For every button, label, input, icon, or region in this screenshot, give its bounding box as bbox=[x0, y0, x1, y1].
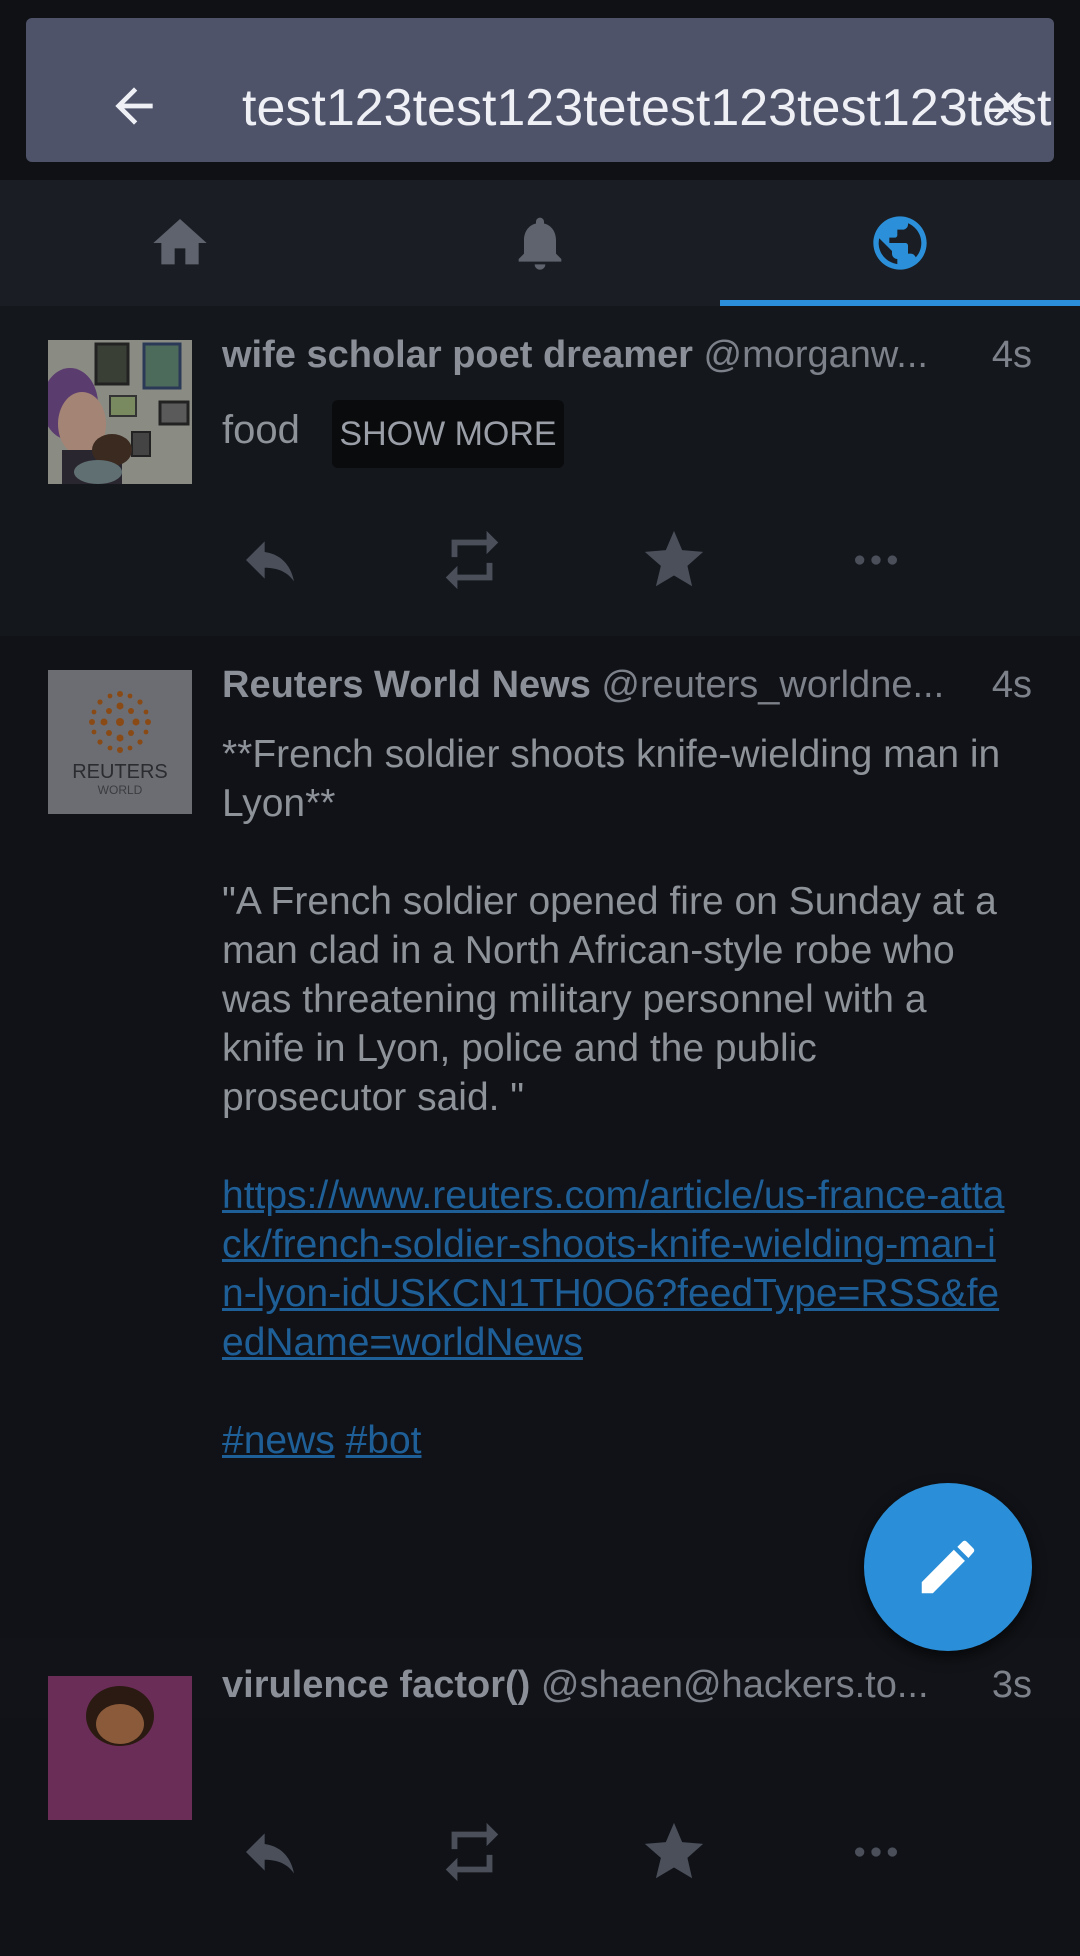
reuters-logo-subtext: WORLD bbox=[98, 783, 143, 797]
status-paragraph: **French soldier shoots knife-wielding m… bbox=[222, 733, 1001, 825]
avatar[interactable]: REUTERS WORLD bbox=[48, 670, 192, 814]
status-item[interactable]: virulence factor() @shaen@hackers.to... … bbox=[0, 1638, 1080, 1820]
status-header: virulence factor() @shaen@hackers.to... bbox=[222, 1660, 1040, 1710]
reply-icon bbox=[246, 1833, 294, 1874]
account-handle[interactable]: @morganw... bbox=[704, 334, 928, 376]
account-handle[interactable]: @reuters_worldne... bbox=[601, 664, 944, 706]
status-actions bbox=[222, 1812, 1042, 1892]
avatar[interactable] bbox=[48, 1676, 192, 1820]
display-name[interactable]: wife scholar poet dreamer bbox=[222, 334, 693, 376]
tab-notifications[interactable] bbox=[360, 180, 720, 306]
home-icon bbox=[153, 219, 207, 265]
reply-button[interactable] bbox=[230, 520, 310, 600]
status-content: **French soldier shoots knife-wielding m… bbox=[222, 730, 1010, 1514]
more-icon bbox=[855, 555, 897, 565]
more-button[interactable] bbox=[836, 1812, 916, 1892]
favourite-icon bbox=[644, 1822, 704, 1879]
status-item[interactable]: wife scholar poet dreamer @morganw... 4s… bbox=[0, 306, 1080, 636]
tab-home[interactable] bbox=[0, 180, 360, 306]
content-warning: food bbox=[222, 408, 300, 452]
globe-icon bbox=[873, 216, 927, 270]
search-input[interactable]: test123test123tetest123test123test123te bbox=[242, 76, 1054, 140]
reuters-logo-text: REUTERS bbox=[72, 761, 168, 783]
display-name[interactable]: virulence factor() bbox=[222, 1664, 530, 1706]
boost-button[interactable] bbox=[432, 520, 512, 600]
avatar[interactable] bbox=[48, 340, 192, 484]
close-icon[interactable] bbox=[984, 82, 1032, 130]
bell-icon bbox=[518, 217, 562, 270]
status-link[interactable]: https://www.reuters.com/article/us-franc… bbox=[222, 1174, 1004, 1364]
search-bar: test123test123tetest123test123test123te bbox=[26, 18, 1054, 162]
show-more-button[interactable]: SHOW MORE bbox=[332, 400, 564, 468]
boost-icon bbox=[445, 1822, 499, 1882]
favourite-button[interactable] bbox=[634, 520, 714, 600]
tab-federated[interactable] bbox=[720, 180, 1080, 306]
compose-button[interactable] bbox=[864, 1483, 1032, 1651]
status-header: Reuters World News @reuters_worldne... bbox=[222, 660, 1040, 710]
timestamp[interactable]: 3s bbox=[992, 1660, 1032, 1710]
hashtag-bot[interactable]: #bot bbox=[346, 1419, 422, 1462]
more-button[interactable] bbox=[836, 520, 916, 600]
display-name[interactable]: Reuters World News bbox=[222, 664, 591, 706]
timestamp[interactable]: 4s bbox=[992, 330, 1032, 380]
pencil-icon bbox=[921, 1540, 975, 1594]
favourite-button[interactable] bbox=[634, 1812, 714, 1892]
status-actions bbox=[222, 520, 1042, 600]
reply-button[interactable] bbox=[230, 1812, 310, 1892]
hashtag-news[interactable]: #news bbox=[222, 1419, 335, 1462]
arrow-left-icon[interactable] bbox=[106, 78, 162, 134]
status-header: wife scholar poet dreamer @morganw... bbox=[222, 330, 1040, 380]
tab-bar bbox=[0, 180, 1080, 306]
boost-icon bbox=[445, 530, 499, 590]
boost-button[interactable] bbox=[432, 1812, 512, 1892]
favourite-icon bbox=[644, 530, 704, 587]
reply-icon bbox=[246, 541, 294, 582]
account-handle[interactable]: @shaen@hackers.to... bbox=[541, 1664, 929, 1706]
more-icon bbox=[855, 1847, 897, 1857]
timestamp[interactable]: 4s bbox=[992, 660, 1032, 710]
status-paragraph: "A French soldier opened fire on Sunday … bbox=[222, 880, 997, 1119]
